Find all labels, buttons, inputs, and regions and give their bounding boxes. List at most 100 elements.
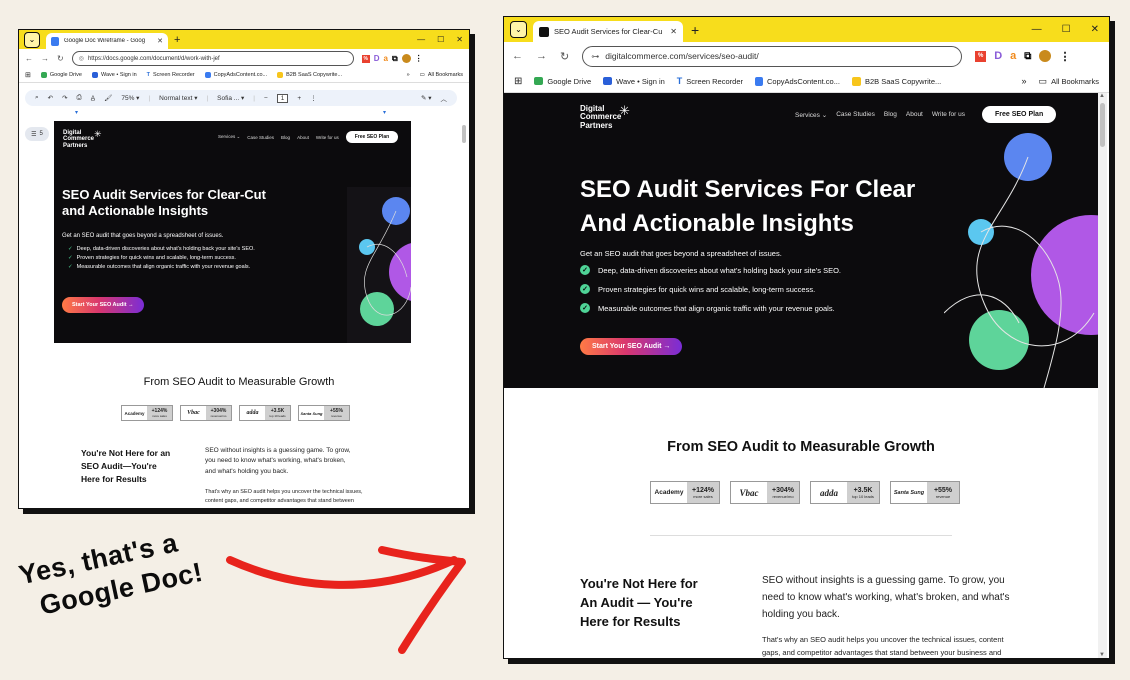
more-icon[interactable]: ⋮ bbox=[310, 94, 317, 102]
menu-dots-icon[interactable]: ⋮ bbox=[1059, 50, 1070, 63]
redo-icon[interactable]: ↷ bbox=[62, 94, 67, 102]
bookmark-copyads[interactable]: CopyAdsContent.co... bbox=[755, 76, 840, 86]
maximize-icon[interactable]: ☐ bbox=[1062, 24, 1071, 35]
back-icon[interactable]: ← bbox=[512, 50, 523, 62]
check-icon: ✓ bbox=[580, 265, 590, 275]
all-bookmarks[interactable]: ▭ All Bookmarks bbox=[420, 72, 463, 78]
title-bar: ⌄ Google Doc Wireframe - Goog ✕ + — ☐ ✕ bbox=[19, 30, 469, 49]
outline-button[interactable]: ☰ 5 bbox=[25, 127, 49, 141]
minimize-icon[interactable]: — bbox=[417, 35, 425, 44]
bookmark-google-drive[interactable]: Google Drive bbox=[534, 77, 591, 86]
collapse-icon[interactable]: ︿ bbox=[441, 93, 448, 103]
font-select[interactable]: Sofia ... ▾ bbox=[217, 94, 244, 102]
ruler-marker-right[interactable]: ▾ bbox=[383, 109, 386, 116]
site-info-icon[interactable]: ◎ bbox=[79, 55, 84, 62]
site-nav: Services ⌄ Case Studies Blog About Write… bbox=[218, 131, 399, 143]
close-tab-icon[interactable]: ✕ bbox=[157, 37, 163, 45]
bookmark-b2b[interactable]: B2B SaaS Copywrite... bbox=[277, 72, 342, 78]
font-size-plus[interactable]: + bbox=[297, 95, 301, 102]
undo-icon[interactable]: ↶ bbox=[48, 94, 53, 102]
scroll-up-icon[interactable]: ▲ bbox=[1099, 93, 1105, 99]
more-bookmarks-icon[interactable]: » bbox=[1022, 76, 1027, 86]
ruler-marker-left[interactable]: ▾ bbox=[75, 109, 78, 116]
minimize-icon[interactable]: — bbox=[1032, 24, 1042, 35]
extension-icon[interactable]: % bbox=[975, 50, 987, 62]
all-bookmarks[interactable]: ▭ All Bookmarks bbox=[1039, 76, 1099, 87]
nav-write-for-us[interactable]: Write for us bbox=[316, 135, 339, 140]
puzzle-icon[interactable]: ⧉ bbox=[392, 54, 398, 64]
nav-services[interactable]: Services ⌄ bbox=[218, 134, 240, 140]
reload-icon[interactable]: ↻ bbox=[57, 54, 64, 63]
tab-search-button[interactable]: ⌄ bbox=[24, 31, 40, 48]
extension-a-icon[interactable]: a bbox=[1010, 50, 1016, 62]
bookmark-screen-recorder[interactable]: T Screen Recorder bbox=[147, 72, 195, 78]
drive-icon bbox=[40, 72, 47, 78]
font-size-minus[interactable]: − bbox=[264, 95, 268, 102]
extension-d-icon[interactable]: D bbox=[374, 54, 380, 63]
bookmarks-bar: ⊞ Google Drive Wave • Sign in T Screen Re… bbox=[504, 70, 1109, 93]
browser-tab[interactable]: SEO Audit Services for Clear-Cu ✕ bbox=[533, 21, 683, 42]
nav-about[interactable]: About bbox=[297, 135, 309, 140]
extension-icon[interactable]: % bbox=[361, 54, 370, 63]
start-audit-button[interactable]: Start Your SEO Audit → bbox=[62, 297, 144, 313]
free-seo-plan-button[interactable]: Free SEO Plan bbox=[345, 131, 399, 143]
bookmark-google-drive[interactable]: Google Drive bbox=[40, 72, 82, 78]
site-info-icon[interactable]: ⊶ bbox=[591, 52, 599, 61]
new-tab-button[interactable]: + bbox=[691, 22, 699, 38]
spellcheck-icon[interactable]: A̲ bbox=[91, 95, 95, 102]
nav-blog[interactable]: Blog bbox=[281, 135, 290, 140]
profile-avatar[interactable] bbox=[1039, 50, 1052, 62]
site-favicon bbox=[539, 26, 549, 37]
print-icon[interactable]: ⎙ bbox=[77, 94, 82, 102]
scroll-down-icon[interactable]: ▼ bbox=[1099, 652, 1105, 658]
bookmark-screen-recorder[interactable]: T Screen Recorder bbox=[677, 76, 743, 86]
nav-about[interactable]: About bbox=[906, 111, 923, 118]
extension-d-icon[interactable]: D bbox=[994, 50, 1002, 62]
nav-blog[interactable]: Blog bbox=[884, 111, 897, 118]
growth-title: From SEO Audit to Measurable Growth bbox=[667, 439, 935, 455]
tab-search-button[interactable]: ⌄ bbox=[510, 21, 527, 38]
forward-icon[interactable]: → bbox=[536, 50, 547, 62]
zoom-select[interactable]: 75% ▾ bbox=[121, 94, 139, 102]
maximize-icon[interactable]: ☐ bbox=[437, 35, 444, 44]
reload-icon[interactable]: ↻ bbox=[560, 50, 569, 63]
nav-case-studies[interactable]: Case Studies bbox=[836, 111, 875, 118]
apps-grid-icon[interactable]: ⊞ bbox=[25, 71, 31, 79]
site-logo[interactable]: Digital Commerce Partners bbox=[580, 104, 621, 130]
scrollbar-thumb[interactable] bbox=[462, 125, 466, 143]
font-size-input[interactable]: 1 bbox=[276, 93, 289, 103]
bookmark-b2b[interactable]: B2B SaaS Copywrite... bbox=[851, 76, 941, 86]
new-tab-button[interactable]: + bbox=[174, 34, 180, 46]
profile-avatar[interactable] bbox=[401, 54, 411, 63]
apps-grid-icon[interactable]: ⊞ bbox=[514, 76, 522, 87]
edit-mode-icon[interactable]: ✎ ▾ bbox=[421, 94, 432, 102]
address-bar[interactable]: ⊶ digitalcommerce.com/services/seo-audit… bbox=[582, 45, 963, 67]
forward-icon[interactable]: → bbox=[41, 54, 49, 63]
scrollbar[interactable]: ▲ ▼ bbox=[1098, 93, 1107, 658]
extension-a-icon[interactable]: a bbox=[383, 54, 387, 63]
nav-services[interactable]: Services ⌄ bbox=[795, 111, 827, 119]
bookmark-wave[interactable]: Wave • Sign in bbox=[603, 77, 665, 86]
start-audit-button[interactable]: Start Your SEO Audit → bbox=[580, 338, 683, 355]
nav-case-studies[interactable]: Case Studies bbox=[247, 135, 274, 140]
browser-tab[interactable]: Google Doc Wireframe - Goog ✕ bbox=[46, 33, 168, 49]
close-window-icon[interactable]: ✕ bbox=[456, 35, 463, 44]
puzzle-icon[interactable]: ⧉ bbox=[1024, 51, 1031, 62]
style-select[interactable]: Normal text ▾ bbox=[159, 94, 197, 102]
close-window-icon[interactable]: ✕ bbox=[1091, 24, 1099, 35]
more-bookmarks-icon[interactable]: » bbox=[407, 72, 410, 78]
bookmark-wave[interactable]: Wave • Sign in bbox=[91, 72, 137, 78]
back-icon[interactable]: ← bbox=[25, 54, 33, 63]
badge-adda: adda +3.5K top 10 leads bbox=[810, 481, 880, 504]
bookmark-copyads[interactable]: CopyAdsContent.co... bbox=[204, 72, 267, 78]
paint-format-icon[interactable]: 🖌 bbox=[104, 94, 112, 102]
site-logo[interactable]: Digital Commerce Partners bbox=[63, 130, 94, 149]
caption: Yes, that's a Google Doc! bbox=[16, 523, 206, 626]
scrollbar-thumb[interactable] bbox=[1100, 103, 1105, 147]
results-title: You're Not Here for an SEO Audit—You're He… bbox=[81, 448, 171, 485]
close-tab-icon[interactable]: ✕ bbox=[670, 27, 677, 36]
badge-academy: Academy +124% more sales bbox=[650, 481, 720, 504]
menu-dots-icon[interactable]: ⋮ bbox=[415, 54, 423, 63]
search-icon[interactable]: ⌕ bbox=[35, 94, 39, 102]
address-bar[interactable]: ◎ https://docs.google.com/document/d/wor… bbox=[71, 51, 354, 66]
